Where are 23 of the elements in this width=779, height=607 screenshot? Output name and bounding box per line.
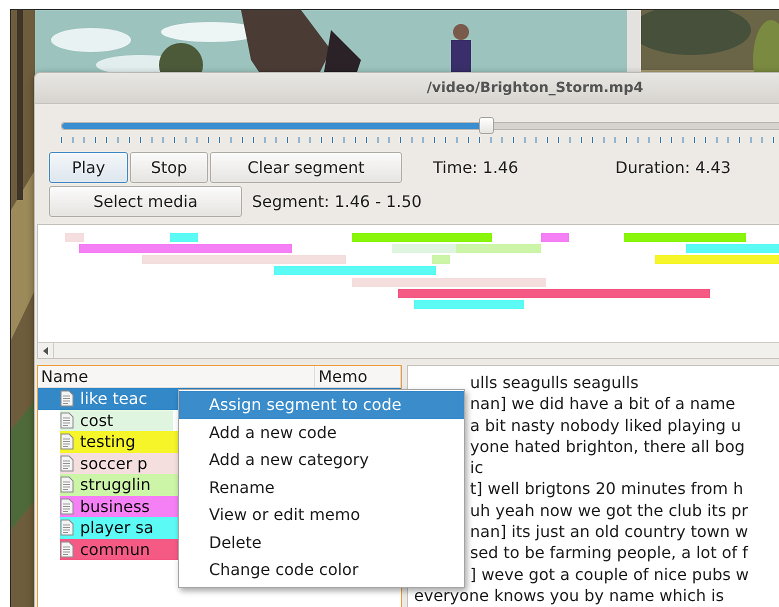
- transcript-line: a bit nasty nobody liked playing u: [470, 416, 742, 435]
- transcript-line: nan] its just an old country town w: [470, 522, 748, 542]
- transcript-line: ] weve got a couple of nice pubs w: [470, 564, 749, 584]
- transcript-line: ulls seagulls seagulls: [470, 373, 639, 392]
- transcript-line: nan] we did have a bit of a name: [470, 394, 736, 414]
- code-name: commun: [80, 540, 150, 559]
- segment-label: Segment: 1.46 - 1.50: [252, 192, 422, 211]
- code-name: testing: [80, 432, 136, 452]
- transcript-line: ic: [470, 458, 484, 478]
- window-title: /video/Brighton_Storm.mp4: [426, 80, 644, 96]
- code-name: player sa: [80, 518, 154, 538]
- code-name: like teac: [80, 389, 148, 408]
- code-name: cost: [80, 410, 114, 430]
- code-name: soccer p: [80, 454, 148, 473]
- transcript-line: t] well brigtons 20 minutes from h: [470, 479, 744, 498]
- transcript-line: everyone knows you by name which is: [414, 586, 724, 605]
- transcript-line: yone hated brighton, there all bog: [470, 436, 745, 456]
- code-name: strugglin: [80, 475, 151, 494]
- code-name: business: [80, 496, 150, 516]
- transcript-line: sed to be farming people, a lot of f: [470, 543, 748, 562]
- duration-label: Duration: 4.43: [615, 158, 731, 177]
- time-label: Time: 1.46: [433, 158, 518, 177]
- transcript-line: uh yeah now we got the club its pr: [470, 500, 748, 520]
